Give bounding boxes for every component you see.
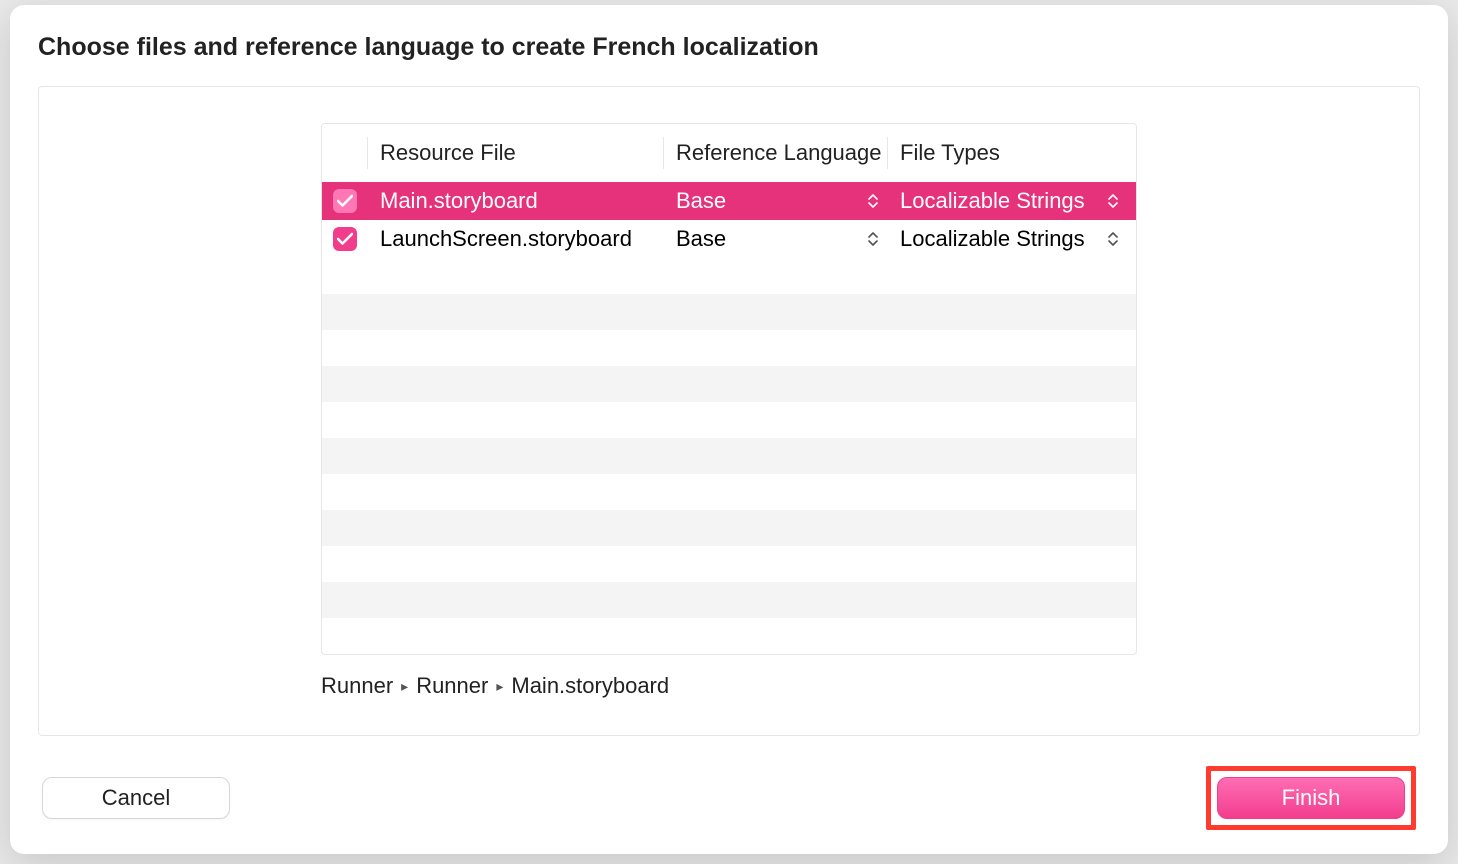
- stepper-icon: [1108, 230, 1118, 248]
- dialog-footer: Cancel Finish: [38, 766, 1420, 836]
- localization-dialog: Choose files and reference language to c…: [10, 5, 1448, 854]
- chevron-right-icon: ▸: [496, 678, 503, 695]
- empty-row: [322, 438, 1136, 474]
- empty-row: [322, 582, 1136, 618]
- finish-button[interactable]: Finish: [1217, 777, 1405, 819]
- check-icon: [337, 194, 353, 208]
- checkbox[interactable]: [333, 227, 357, 251]
- breadcrumb: Runner ▸ Runner ▸ Main.storyboard: [321, 673, 1137, 699]
- content-frame: Resource File Reference Language File Ty…: [38, 86, 1420, 736]
- col-reflang[interactable]: Reference Language: [664, 137, 888, 169]
- col-types[interactable]: File Types: [888, 137, 1136, 169]
- empty-row: [322, 618, 1136, 654]
- finish-highlight: Finish: [1206, 766, 1416, 830]
- empty-row: [322, 546, 1136, 582]
- empty-row: [322, 330, 1136, 366]
- empty-row: [322, 510, 1136, 546]
- breadcrumb-seg[interactable]: Runner: [416, 673, 488, 699]
- cancel-button[interactable]: Cancel: [42, 777, 230, 819]
- empty-row: [322, 258, 1136, 294]
- table-row[interactable]: LaunchScreen.storyboard Base Localizable…: [322, 220, 1136, 258]
- row-checkbox-cell: [322, 189, 368, 213]
- chevron-right-icon: ▸: [401, 678, 408, 695]
- col-resource[interactable]: Resource File: [368, 137, 664, 169]
- breadcrumb-seg[interactable]: Runner: [321, 673, 393, 699]
- dialog-title: Choose files and reference language to c…: [38, 33, 1420, 62]
- types-cell[interactable]: Localizable Strings: [888, 226, 1136, 252]
- col-checkbox: [322, 137, 368, 169]
- table-header: Resource File Reference Language File Ty…: [322, 124, 1136, 182]
- stepper-icon: [868, 192, 878, 210]
- stepper-icon: [1108, 192, 1118, 210]
- empty-row: [322, 474, 1136, 510]
- stepper-icon: [868, 230, 878, 248]
- reflang-cell[interactable]: Base: [664, 226, 888, 252]
- reflang-cell[interactable]: Base: [664, 188, 888, 214]
- reflang-value: Base: [676, 188, 726, 214]
- table-row[interactable]: Main.storyboard Base Localizable Strings: [322, 182, 1136, 220]
- empty-row: [322, 366, 1136, 402]
- resource-cell: LaunchScreen.storyboard: [368, 226, 664, 252]
- row-checkbox-cell: [322, 227, 368, 251]
- resource-cell: Main.storyboard: [368, 188, 664, 214]
- empty-row: [322, 294, 1136, 330]
- empty-row: [322, 402, 1136, 438]
- files-table: Resource File Reference Language File Ty…: [321, 123, 1137, 655]
- types-value: Localizable Strings: [900, 226, 1085, 252]
- types-cell[interactable]: Localizable Strings: [888, 188, 1136, 214]
- types-value: Localizable Strings: [900, 188, 1085, 214]
- breadcrumb-seg[interactable]: Main.storyboard: [511, 673, 669, 699]
- table-wrap: Resource File Reference Language File Ty…: [321, 123, 1137, 699]
- check-icon: [337, 232, 353, 246]
- reflang-value: Base: [676, 226, 726, 252]
- checkbox[interactable]: [333, 189, 357, 213]
